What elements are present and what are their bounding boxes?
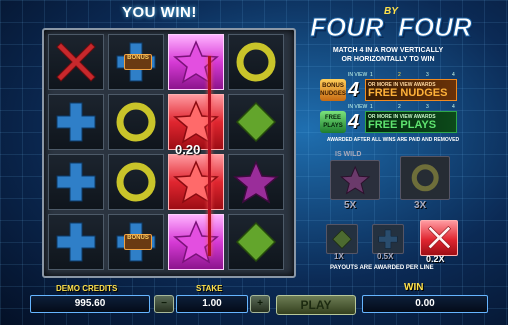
star-symbol-icon bbox=[173, 220, 219, 264]
cell-diamond-green bbox=[228, 214, 284, 270]
payouts-note: PAYOUTS ARE AWARDED PER LINE bbox=[330, 265, 434, 271]
paytable-x-highlighted bbox=[420, 220, 458, 256]
in-view-number: 4 bbox=[452, 72, 455, 78]
cell-star-pink-win bbox=[168, 214, 224, 270]
you-win-banner: YOU WIN! bbox=[122, 4, 197, 21]
stake-increase-button[interactable]: + bbox=[250, 295, 270, 313]
cell-star-red-win bbox=[168, 154, 224, 210]
rules-text: MATCH 4 IN A ROW VERTICALLY OR HORIZONTA… bbox=[318, 46, 458, 64]
x-symbol-icon bbox=[56, 42, 96, 82]
cell-plus-blue bbox=[48, 214, 104, 270]
cell-plus-bonus: BONUS bbox=[108, 34, 164, 90]
star-symbol-icon bbox=[173, 160, 219, 204]
win-line bbox=[208, 56, 211, 256]
plus-multiplier: 0.5X bbox=[377, 252, 394, 261]
ring-symbol-icon bbox=[411, 164, 439, 192]
is-wild-label: IS WILD bbox=[335, 151, 362, 158]
play-button[interactable]: PLAY bbox=[276, 295, 356, 315]
award-title: FREE PLAYS bbox=[368, 119, 437, 131]
ring-symbol-icon bbox=[236, 42, 276, 82]
plus-symbol-icon bbox=[56, 162, 96, 202]
ring-symbol-icon bbox=[116, 102, 156, 142]
in-view-label: IN VIEW bbox=[348, 72, 368, 78]
cell-plus-blue bbox=[48, 154, 104, 210]
in-view-label: IN VIEW bbox=[348, 104, 368, 110]
in-view-number: 2 bbox=[398, 72, 401, 78]
award-note: AWARDED AFTER ALL WINS ARE PAID AND REMO… bbox=[326, 137, 460, 143]
plus-symbol-icon bbox=[56, 102, 96, 142]
count-number: 4 bbox=[348, 111, 360, 133]
cell-ring-yellow bbox=[108, 154, 164, 210]
win-label: WIN bbox=[404, 282, 424, 293]
rules-line-2: OR HORIZONTALLY TO WIN bbox=[341, 56, 435, 63]
free-nudges-panel: OR MORE IN VIEW AWARDS FREE NUDGES bbox=[365, 79, 457, 101]
reel-grid: BONUS BONUS bbox=[42, 28, 296, 278]
bonus-nudges-badge: BONUS NUDGES bbox=[320, 79, 346, 101]
plus-symbol-icon bbox=[56, 222, 96, 262]
diamond-multiplier: 1X bbox=[334, 252, 344, 261]
in-view-number: 4 bbox=[452, 104, 455, 110]
bonus-tag: BONUS bbox=[124, 234, 152, 250]
diamond-symbol-icon bbox=[235, 221, 277, 263]
paytable-plus bbox=[372, 224, 404, 254]
in-view-number: 3 bbox=[426, 72, 429, 78]
badge-line: NUDGES bbox=[320, 91, 346, 97]
x-multiplier: 0.2X bbox=[426, 254, 445, 264]
count-number: 4 bbox=[348, 79, 360, 101]
award-title: FREE NUDGES bbox=[368, 87, 448, 99]
cell-diamond-green bbox=[228, 94, 284, 150]
cell-star-purple bbox=[228, 154, 284, 210]
ring-symbol-icon bbox=[116, 162, 156, 202]
bonus-tag: BONUS bbox=[124, 54, 152, 70]
badge-line: PLAYS bbox=[323, 123, 343, 129]
diamond-symbol-icon bbox=[235, 101, 277, 143]
cell-x-red bbox=[48, 34, 104, 90]
free-plays-badge: FREE PLAYS bbox=[320, 111, 346, 133]
free-plays-panel: OR MORE IN VIEW AWARDS FREE PLAYS bbox=[365, 111, 457, 133]
logo-word-by: BY bbox=[384, 6, 398, 17]
stake-display: 1.00 bbox=[176, 295, 248, 313]
free-plays-row: IN VIEW 1 2 3 4 FREE PLAYS 4 OR MORE IN … bbox=[320, 104, 460, 135]
ring-multiplier: 3X bbox=[414, 200, 427, 211]
credits-display: 995.60 bbox=[30, 295, 150, 313]
line-win-amount: 0.20 bbox=[175, 142, 201, 157]
x-symbol-icon bbox=[427, 226, 451, 250]
paytable-star bbox=[330, 160, 380, 200]
in-view-number: 3 bbox=[426, 104, 429, 110]
logo-word-four: FOUR bbox=[310, 12, 385, 43]
stake-label: STAKE bbox=[196, 284, 223, 293]
badge-line: FREE bbox=[324, 115, 341, 121]
star-multiplier: 5X bbox=[344, 200, 357, 211]
star-symbol-icon bbox=[339, 165, 371, 195]
cell-ring-yellow bbox=[228, 34, 284, 90]
in-view-number: 1 bbox=[370, 72, 373, 78]
cell-plus-bonus: BONUS bbox=[108, 214, 164, 270]
plus-symbol-icon bbox=[378, 229, 398, 249]
diamond-symbol-icon bbox=[332, 229, 352, 249]
badge-line: BONUS bbox=[322, 83, 344, 89]
game-logo: FOUR BY FOUR bbox=[310, 6, 478, 46]
bottom-bar: DEMO CREDITS 995.60 STAKE − 1.00 + PLAY … bbox=[0, 279, 508, 325]
star-symbol-icon bbox=[173, 100, 219, 144]
free-nudges-row: IN VIEW 1 2 3 4 BONUS NUDGES 4 OR MORE I… bbox=[320, 72, 460, 103]
in-view-number: 2 bbox=[398, 104, 401, 110]
paytable-ring bbox=[400, 156, 450, 200]
win-display: 0.00 bbox=[362, 295, 488, 313]
star-symbol-icon bbox=[233, 160, 279, 204]
in-view-number: 1 bbox=[370, 104, 373, 110]
stake-decrease-button[interactable]: − bbox=[154, 295, 174, 313]
cell-ring-yellow bbox=[108, 94, 164, 150]
rules-line-1: MATCH 4 IN A ROW VERTICALLY bbox=[332, 47, 444, 54]
credits-label: DEMO CREDITS bbox=[56, 284, 118, 293]
cell-star-pink-win bbox=[168, 34, 224, 90]
star-symbol-icon bbox=[173, 40, 219, 84]
paytable-diamond bbox=[326, 224, 358, 254]
cell-plus-blue bbox=[48, 94, 104, 150]
logo-word-four-2: FOUR bbox=[398, 12, 473, 43]
